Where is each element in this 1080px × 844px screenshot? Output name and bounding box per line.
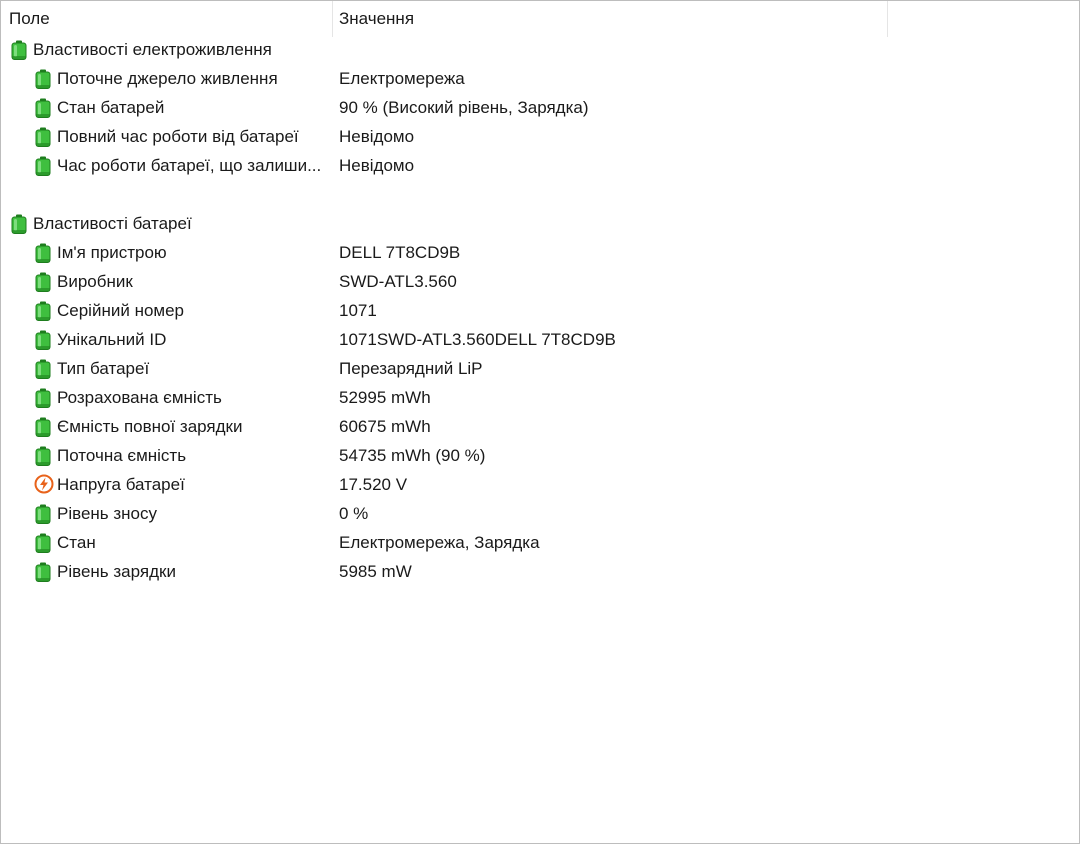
property-field-cell: Тип батареї: [1, 354, 332, 383]
battery-icon: [35, 504, 51, 524]
column-header-value[interactable]: Значення: [332, 1, 887, 37]
property-row[interactable]: Повний час роботи від батареї Невідомо: [1, 122, 1079, 151]
property-row[interactable]: Час роботи батареї, що залиши... Невідомо: [1, 151, 1079, 180]
property-value: 90 % (Високий рівень, Зарядка): [339, 98, 589, 117]
battery-icon: [35, 156, 51, 176]
property-row[interactable]: Тип батареї Перезарядний LiP: [1, 354, 1079, 383]
battery-icon: [35, 98, 51, 118]
property-list: Властивості електроживлення Поточне джере…: [1, 35, 1079, 586]
property-value: 60675 mWh: [339, 417, 431, 436]
property-row[interactable]: Стан Електромережа, Зарядка: [1, 528, 1079, 557]
property-field-cell: Унікальний ID: [1, 325, 332, 354]
battery-icon: [35, 69, 51, 89]
group-row[interactable]: Властивості електроживлення: [1, 35, 1079, 64]
property-value: Невідомо: [339, 156, 415, 175]
property-field-cell: Ємність повної зарядки: [1, 412, 332, 441]
battery-icon: [35, 562, 51, 582]
property-label: Унікальний ID: [57, 330, 167, 349]
property-value: 0 %: [339, 504, 369, 523]
battery-icon: [35, 417, 51, 437]
column-header-field[interactable]: Поле: [1, 1, 332, 37]
property-value: 54735 mWh (90 %): [339, 446, 486, 465]
property-value: 52995 mWh: [339, 388, 431, 407]
property-field-cell: Напруга батареї: [1, 470, 332, 499]
property-row[interactable]: Виробник SWD-ATL3.560: [1, 267, 1079, 296]
battery-icon: [11, 214, 27, 234]
property-field-cell: Повний час роботи від батареї: [1, 122, 332, 151]
property-label: Поточна ємність: [57, 446, 187, 465]
property-label: Напруга батареї: [57, 475, 185, 494]
column-header-filler: [887, 1, 1079, 37]
battery-icon: [35, 301, 51, 321]
battery-icon: [35, 272, 51, 292]
property-field-cell: Поточне джерело живлення: [1, 64, 332, 93]
property-field-cell: Рівень зносу: [1, 499, 332, 528]
group-title: Властивості електроживлення: [33, 40, 272, 59]
property-value: Електромережа: [339, 69, 465, 88]
property-row[interactable]: Ім'я пристрою DELL 7T8CD9B: [1, 238, 1079, 267]
group-title: Властивості батареї: [33, 214, 192, 233]
property-value: 1071: [339, 301, 377, 320]
property-value: Перезарядний LiP: [339, 359, 483, 378]
property-label: Рівень зносу: [57, 504, 158, 523]
battery-icon: [35, 127, 51, 147]
property-label: Рівень зарядки: [57, 562, 176, 581]
property-field-cell: Ім'я пристрою: [1, 238, 332, 267]
voltage-icon: [34, 474, 54, 494]
property-field-cell: Розрахована ємність: [1, 383, 332, 412]
property-label: Час роботи батареї, що залиши...: [57, 156, 322, 175]
property-value: Невідомо: [339, 127, 415, 146]
property-label: Поточне джерело живлення: [57, 69, 278, 88]
property-label: Повний час роботи від батареї: [57, 127, 299, 146]
property-label: Стан: [57, 533, 96, 552]
group-row[interactable]: Властивості батареї: [1, 209, 1079, 238]
property-field-cell: Виробник: [1, 267, 332, 296]
battery-properties-panel: Поле Значення Властивості електроживленн…: [0, 0, 1080, 844]
battery-icon: [11, 40, 27, 60]
group-field-cell: Властивості батареї: [1, 209, 332, 238]
property-field-cell: Час роботи батареї, що залиши...: [1, 151, 332, 180]
property-label: Ємність повної зарядки: [57, 417, 243, 436]
property-row[interactable]: Ємність повної зарядки 60675 mWh: [1, 412, 1079, 441]
battery-icon: [35, 359, 51, 379]
column-header-bar: Поле Значення: [1, 1, 1079, 37]
property-value: 5985 mW: [339, 562, 412, 581]
property-row[interactable]: Рівень зарядки 5985 mW: [1, 557, 1079, 586]
battery-icon: [35, 243, 51, 263]
property-value: SWD-ATL3.560: [339, 272, 457, 291]
property-label: Тип батареї: [57, 359, 150, 378]
property-field-cell: Рівень зарядки: [1, 557, 332, 586]
property-label: Ім'я пристрою: [57, 243, 167, 262]
property-row[interactable]: Стан батарей 90 % (Високий рівень, Зарядк…: [1, 93, 1079, 122]
property-field-cell: Серійний номер: [1, 296, 332, 325]
property-value: Електромережа, Зарядка: [339, 533, 540, 552]
property-row[interactable]: Поточне джерело живлення Електромережа: [1, 64, 1079, 93]
property-label: Стан батарей: [57, 98, 165, 117]
battery-icon: [35, 533, 51, 553]
property-label: Серійний номер: [57, 301, 185, 320]
property-field-cell: Стан батарей: [1, 93, 332, 122]
property-field-cell: Поточна ємність: [1, 441, 332, 470]
property-value: 17.520 V: [339, 475, 408, 494]
property-row[interactable]: Рівень зносу 0 %: [1, 499, 1079, 528]
property-value: 1071SWD-ATL3.560DELL 7T8CD9B: [339, 330, 616, 349]
property-row[interactable]: Поточна ємність 54735 mWh (90 %): [1, 441, 1079, 470]
property-label: Розрахована ємність: [57, 388, 222, 407]
battery-icon: [35, 388, 51, 408]
property-row[interactable]: Унікальний ID 1071SWD-ATL3.560DELL 7T8CD9…: [1, 325, 1079, 354]
battery-icon: [35, 330, 51, 350]
property-value: DELL 7T8CD9B: [339, 243, 461, 262]
property-field-cell: Стан: [1, 528, 332, 557]
property-row[interactable]: Розрахована ємність 52995 mWh: [1, 383, 1079, 412]
property-label: Виробник: [57, 272, 133, 291]
property-row[interactable]: Серійний номер 1071: [1, 296, 1079, 325]
battery-icon: [35, 446, 51, 466]
property-row[interactable]: Напруга батареї 17.520 V: [1, 470, 1079, 499]
group-field-cell: Властивості електроживлення: [1, 35, 332, 64]
